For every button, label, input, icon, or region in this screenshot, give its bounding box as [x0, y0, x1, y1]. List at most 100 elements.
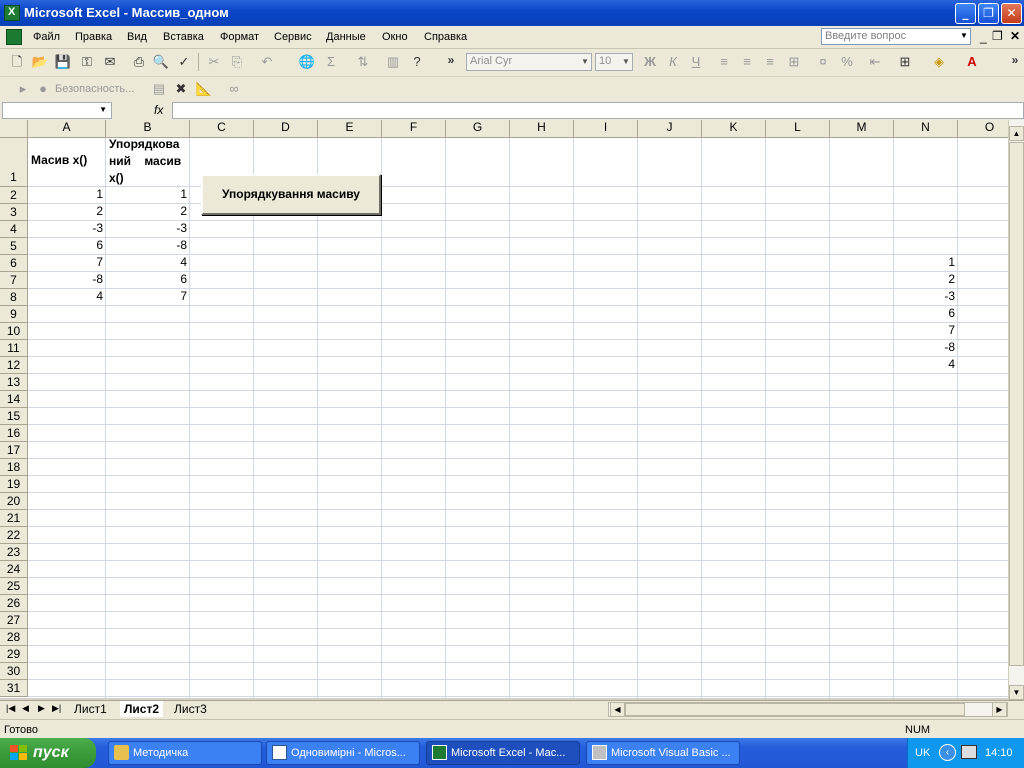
hyperlink-icon[interactable]: 🌐: [298, 53, 316, 71]
row-header[interactable]: 15: [0, 408, 28, 425]
cell-n9[interactable]: 6: [894, 306, 958, 320]
design-mode-icon[interactable]: 📐: [195, 80, 213, 98]
help-dropdown-icon[interactable]: ▼: [960, 31, 968, 40]
scroll-thumb[interactable]: [1009, 142, 1024, 666]
column-header-m[interactable]: M: [830, 120, 894, 138]
column-header-d[interactable]: D: [254, 120, 318, 138]
cell-b7[interactable]: 6: [106, 272, 190, 286]
column-header-k[interactable]: K: [702, 120, 766, 138]
menu-insert[interactable]: Вставка: [163, 31, 204, 43]
next-sheet-icon[interactable]: ▶: [38, 703, 45, 714]
worksheet-grid[interactable]: A B C D E F G H I J K L M N O 1 2 3 4 5 …: [0, 120, 1008, 698]
select-all-corner[interactable]: [0, 120, 28, 138]
sort-array-button[interactable]: Упорядкування масиву: [201, 174, 381, 215]
row-header[interactable]: 3: [0, 204, 28, 221]
chevron-down-icon[interactable]: ▼: [579, 54, 591, 70]
cell-b1-line3[interactable]: x(): [106, 171, 190, 185]
row-header[interactable]: 26: [0, 595, 28, 612]
row-header[interactable]: 5: [0, 238, 28, 255]
language-indicator[interactable]: UK: [915, 747, 930, 759]
row-header[interactable]: 21: [0, 510, 28, 527]
doc-close-button[interactable]: ✕: [1010, 29, 1020, 43]
cell-n12[interactable]: 4: [894, 357, 958, 371]
row-header[interactable]: 25: [0, 578, 28, 595]
align-right-icon[interactable]: ≡: [761, 53, 779, 71]
task-metodychka[interactable]: Методичка: [108, 741, 262, 765]
cell-a8[interactable]: 4: [28, 289, 106, 303]
column-header-f[interactable]: F: [382, 120, 446, 138]
row-header[interactable]: 31: [0, 680, 28, 697]
cell-n7[interactable]: 2: [894, 272, 958, 286]
borders-icon[interactable]: ⊞: [896, 53, 914, 71]
column-header-i[interactable]: I: [574, 120, 638, 138]
excel-logo-icon[interactable]: [4, 5, 20, 21]
cell-b5[interactable]: -8: [106, 238, 190, 252]
italic-icon[interactable]: К: [664, 53, 682, 71]
tab-sheet2[interactable]: Лист2: [120, 701, 164, 717]
column-header-l[interactable]: L: [766, 120, 830, 138]
font-size-combo[interactable]: 10 ▼: [595, 53, 633, 71]
new-file-icon[interactable]: 🗋: [8, 53, 26, 71]
row-header[interactable]: 1: [0, 138, 28, 187]
tools-icon[interactable]: ✖: [172, 80, 190, 98]
row-header[interactable]: 16: [0, 425, 28, 442]
row-header[interactable]: 10: [0, 323, 28, 340]
row-header[interactable]: 29: [0, 646, 28, 663]
spelling-icon[interactable]: ✓: [175, 53, 193, 71]
task-word[interactable]: Одновимірні - Micros...: [266, 741, 420, 765]
close-button[interactable]: ✕: [1001, 3, 1022, 24]
help-search-input[interactable]: Введите вопрос: [821, 28, 971, 45]
email-icon[interactable]: ✉: [101, 53, 119, 71]
row-header[interactable]: 24: [0, 561, 28, 578]
formula-input[interactable]: [172, 102, 1024, 119]
row-header[interactable]: 30: [0, 663, 28, 680]
save-icon[interactable]: 💾: [54, 53, 72, 71]
menu-tools[interactable]: Сервис: [274, 31, 312, 43]
scroll-right-icon[interactable]: ▶: [992, 702, 1007, 717]
cut-icon[interactable]: ✂: [205, 53, 223, 71]
help-icon[interactable]: ?: [408, 53, 426, 71]
menu-file[interactable]: Файл: [33, 31, 60, 43]
open-folder-icon[interactable]: 📂: [31, 53, 49, 71]
print-preview-icon[interactable]: 🔍: [152, 53, 170, 71]
cell-a3[interactable]: 2: [28, 204, 106, 218]
last-sheet-icon[interactable]: ▶|: [52, 703, 61, 714]
cell-b6[interactable]: 4: [106, 255, 190, 269]
row-header[interactable]: 20: [0, 493, 28, 510]
cell-a5[interactable]: 6: [28, 238, 106, 252]
cell-n10[interactable]: 7: [894, 323, 958, 337]
row-header[interactable]: 27: [0, 612, 28, 629]
row-header[interactable]: 13: [0, 374, 28, 391]
row-header[interactable]: 19: [0, 476, 28, 493]
menu-data[interactable]: Данные: [326, 31, 366, 43]
cell-a6[interactable]: 7: [28, 255, 106, 269]
row-header[interactable]: 7: [0, 272, 28, 289]
start-button[interactable]: пуск: [0, 738, 96, 768]
security-button[interactable]: Безопасность...: [55, 83, 134, 95]
column-header-e[interactable]: E: [318, 120, 382, 138]
column-header-o[interactable]: O: [958, 120, 1008, 138]
decrease-indent-icon[interactable]: ⇤: [866, 53, 884, 71]
run-macro-icon[interactable]: ▸: [14, 80, 32, 98]
hscroll-thumb[interactable]: [625, 703, 965, 716]
cell-n6[interactable]: 1: [894, 255, 958, 269]
undo-icon[interactable]: ↶: [258, 53, 276, 71]
cell-a4[interactable]: -3: [28, 221, 106, 235]
underline-icon[interactable]: Ч: [687, 53, 705, 71]
row-header[interactable]: 6: [0, 255, 28, 272]
cell-b8[interactable]: 7: [106, 289, 190, 303]
align-left-icon[interactable]: ≡: [715, 53, 733, 71]
menu-format[interactable]: Формат: [220, 31, 259, 43]
link-icon[interactable]: ∞: [225, 80, 243, 98]
column-header-g[interactable]: G: [446, 120, 510, 138]
cell-a1[interactable]: Масив x(): [28, 153, 106, 167]
sort-ascending-icon[interactable]: ⇅: [354, 53, 372, 71]
print-icon[interactable]: ⎙: [130, 53, 148, 71]
row-header[interactable]: 9: [0, 306, 28, 323]
tab-sheet1[interactable]: Лист1: [74, 701, 107, 717]
doc-restore-button[interactable]: ❐: [992, 29, 1003, 43]
column-header-h[interactable]: H: [510, 120, 574, 138]
cell-a2[interactable]: 1: [28, 187, 106, 201]
toolbar-overflow-icon[interactable]: »: [1006, 51, 1024, 69]
row-header[interactable]: 18: [0, 459, 28, 476]
